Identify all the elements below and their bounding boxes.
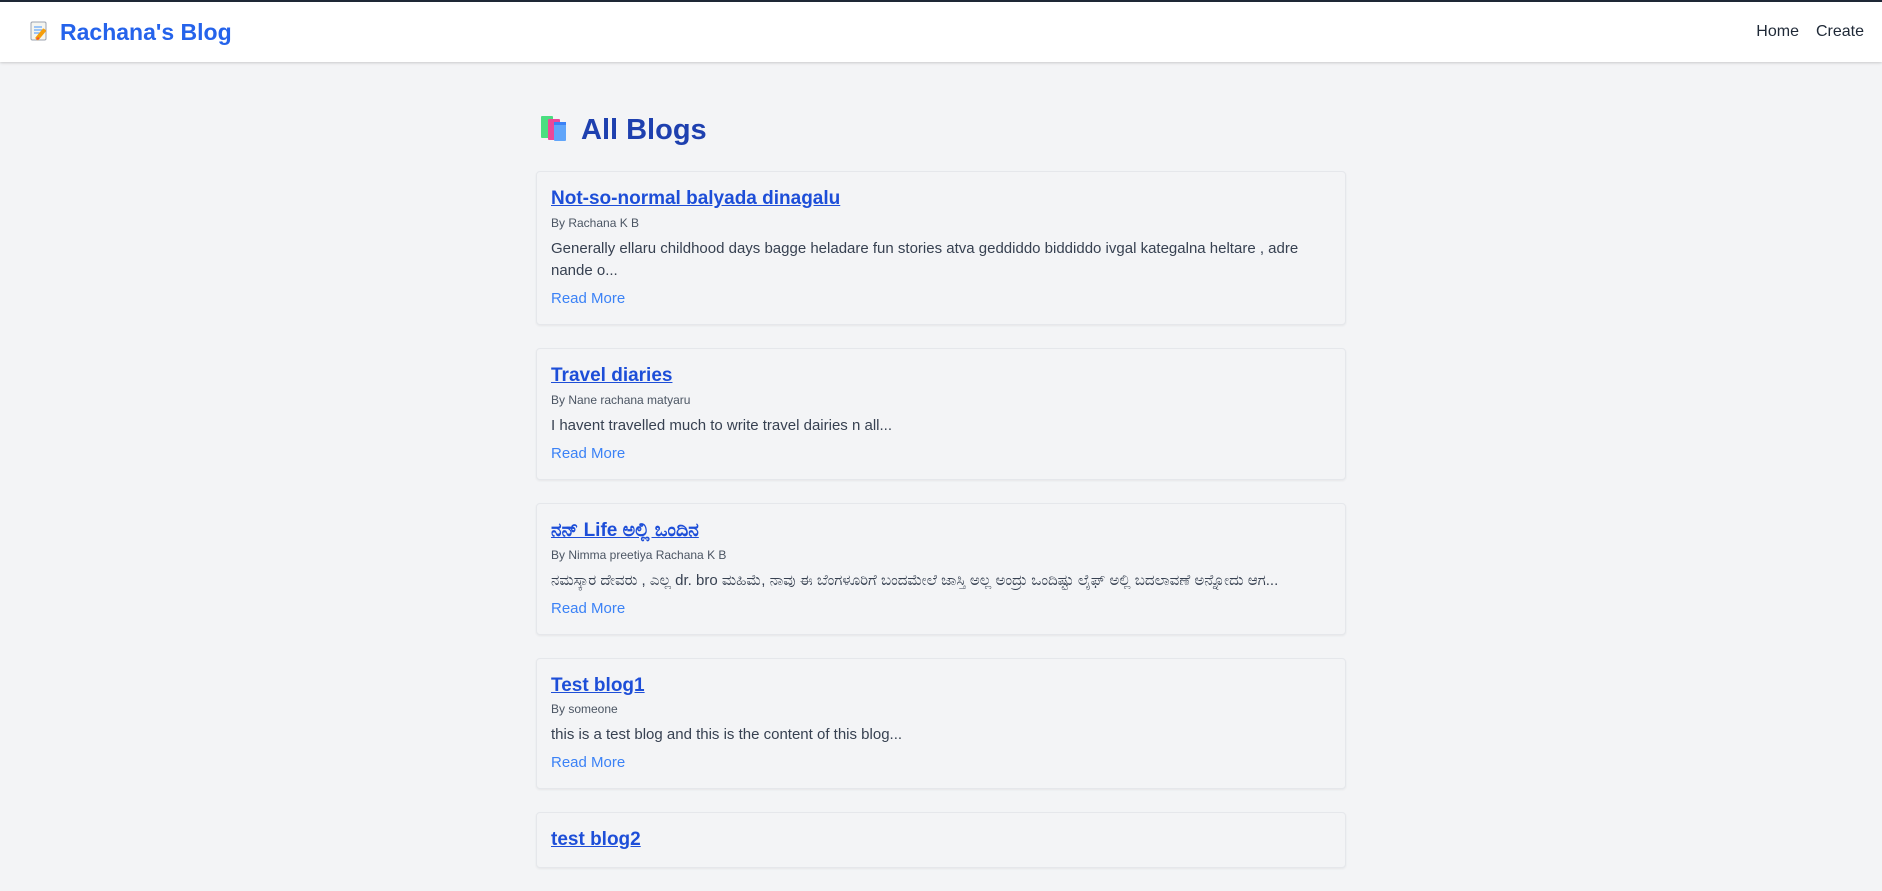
navbar: Rachana's Blog Home Create	[0, 2, 1882, 62]
nav-create-link[interactable]: Create	[1816, 23, 1864, 41]
blog-list: Not-so-normal balyada dinagalu By Rachan…	[536, 171, 1346, 891]
brand-link[interactable]: Rachana's Blog	[30, 19, 232, 46]
blog-title-link[interactable]: Travel diaries	[551, 365, 1331, 387]
blog-card: ನನ್ Life ಅಲ್ಲಿ ಒಂದಿನ By Nimma preetiya R…	[536, 502, 1346, 635]
blog-card: Test blog1 By someone this is a test blo…	[536, 657, 1346, 790]
nav-links: Home Create	[1756, 23, 1864, 41]
page-title: All Blogs	[581, 114, 707, 146]
blog-author: By Nane rachana matyaru	[551, 392, 691, 407]
blog-card: test blog2	[536, 812, 1346, 869]
brand-title: Rachana's Blog	[60, 18, 232, 45]
read-more-link[interactable]: Read More	[551, 290, 625, 307]
blog-title-link[interactable]: test blog2	[551, 829, 1331, 851]
page-header: All Blogs	[539, 114, 707, 147]
memo-icon	[30, 19, 50, 46]
blog-card: Not-so-normal balyada dinagalu By Rachan…	[536, 171, 1346, 325]
books-icon	[539, 114, 569, 147]
read-more-link[interactable]: Read More	[551, 600, 625, 617]
read-more-link[interactable]: Read More	[551, 754, 625, 771]
blog-author: By Nimma preetiya Rachana K B	[551, 547, 727, 562]
blog-card: Travel diaries By Nane rachana matyaru I…	[536, 347, 1346, 480]
blog-author: By Rachana K B	[551, 215, 640, 230]
read-more-link[interactable]: Read More	[551, 445, 625, 462]
nav-home-link[interactable]: Home	[1756, 23, 1799, 41]
blog-title-link[interactable]: Test blog1	[551, 675, 1331, 697]
blog-excerpt: this is a test blog and this is the cont…	[551, 726, 903, 744]
blog-excerpt: ನಮಸ್ಕಾರ ದೇವರು , ಎಲ್ಲ dr. bro ಮಹಿಮೆ, ನಾವು…	[551, 571, 1279, 589]
blog-title-link[interactable]: Not-so-normal balyada dinagalu	[551, 188, 1331, 210]
blog-author: By someone	[551, 702, 618, 717]
blog-title-link[interactable]: ನನ್ Life ಅಲ್ಲಿ ಒಂದಿನ	[551, 520, 1331, 542]
blog-excerpt: Generally ellaru childhood days bagge he…	[551, 239, 1299, 279]
blog-excerpt: I havent travelled much to write travel …	[551, 416, 892, 434]
